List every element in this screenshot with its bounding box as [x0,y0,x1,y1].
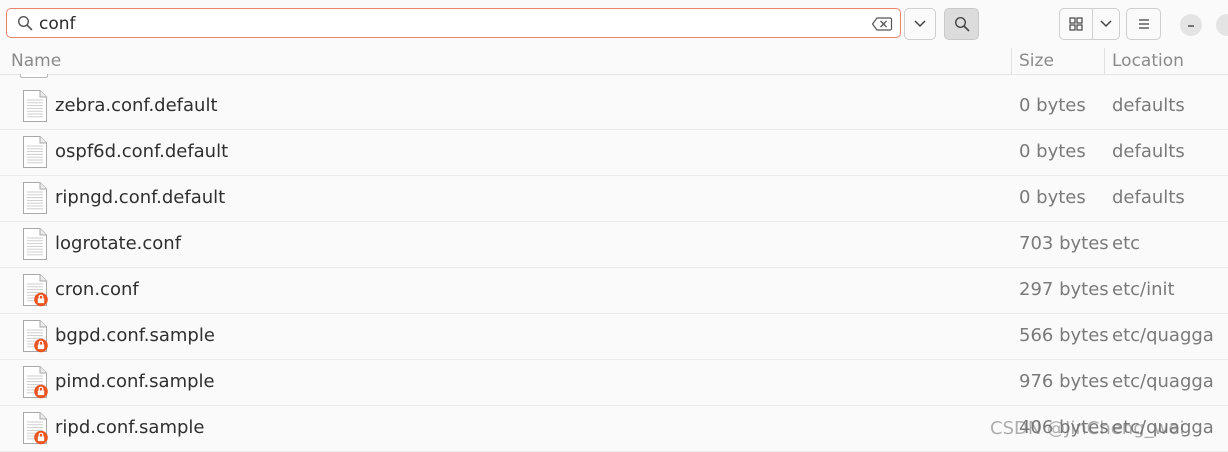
file-name: cron.conf [55,279,139,300]
hamburger-menu-icon [1138,19,1149,29]
minimize-icon [1188,25,1194,27]
column-divider[interactable] [1011,48,1012,74]
view-options-dropdown-button[interactable] [1092,8,1120,40]
view-mode-button[interactable] [1059,8,1093,40]
main-menu-button[interactable] [1126,8,1161,40]
file-location: etc [1112,233,1141,254]
search-icon [17,15,33,31]
file-list-row[interactable]: cron.conf 297 bytes etc/init [0,267,1228,314]
search-options-dropdown-button[interactable] [904,8,936,40]
location-column-header[interactable]: Location [1112,51,1184,71]
file-location: etc/init [1112,279,1175,300]
file-list-row[interactable]: logrotate.conf 703 bytes etc [0,221,1228,268]
search-toggle-button[interactable] [944,8,979,40]
file-name: pimd.conf.sample [55,371,215,392]
partial-file-icon [20,74,48,78]
column-header-row: Name Size Location [0,48,1228,75]
name-column-header[interactable]: Name [11,51,61,71]
header-bar [0,0,1228,48]
search-box[interactable] [6,8,901,38]
file-size: 0 bytes [1019,95,1086,116]
lock-badge-icon [34,384,48,399]
lock-badge-icon [34,292,48,307]
text-file-icon [23,228,47,260]
chevron-down-icon [1100,20,1112,28]
file-name: ospf6d.conf.default [55,141,229,162]
file-list-row[interactable]: pimd.conf.sample 976 bytes etc/quagga [0,359,1228,406]
text-file-icon [23,182,47,214]
text-file-icon [23,412,48,445]
text-file-icon [23,90,47,122]
file-location: defaults [1112,95,1185,116]
minimize-button[interactable] [1180,14,1202,36]
file-location: defaults [1112,141,1185,162]
file-location: etc/quagga [1112,325,1214,346]
file-location: defaults [1112,187,1185,208]
size-column-header[interactable]: Size [1019,51,1054,71]
text-file-icon [23,136,47,168]
column-divider[interactable] [1104,48,1105,74]
backspace-clear-icon[interactable] [871,16,893,32]
file-name: ripd.conf.sample [55,417,205,438]
file-list-row[interactable]: ripngd.conf.default 0 bytes defaults [0,175,1228,222]
search-icon [954,16,969,32]
text-file-icon [23,366,48,399]
lock-badge-icon [34,338,48,353]
text-file-icon [23,320,48,353]
file-size: 0 bytes [1019,141,1086,162]
file-size: 976 bytes [1019,371,1109,392]
lock-badge-icon [34,430,48,445]
file-list-row[interactable]: ospf6d.conf.default 0 bytes defaults [0,129,1228,176]
file-size: 566 bytes [1019,325,1109,346]
file-size: 0 bytes [1019,187,1086,208]
file-name: bgpd.conf.sample [55,325,215,346]
file-list-row[interactable]: bgpd.conf.sample 566 bytes etc/quagga [0,313,1228,360]
file-list-row[interactable]: zebra.conf.default 0 bytes defaults [0,83,1228,130]
file-location: etc/quagga [1112,371,1214,392]
file-name: logrotate.conf [55,233,182,254]
search-input[interactable] [39,13,859,35]
window-control-button[interactable] [1216,14,1228,36]
file-name: ripngd.conf.default [55,187,226,208]
chevron-down-icon [914,20,926,28]
file-name: zebra.conf.default [55,95,218,116]
text-file-icon [23,274,48,307]
watermark-text: CSDN @JinCheng_wei [990,418,1185,439]
grid-view-icon [1069,17,1083,31]
file-size: 703 bytes [1019,233,1109,254]
file-size: 297 bytes [1019,279,1109,300]
